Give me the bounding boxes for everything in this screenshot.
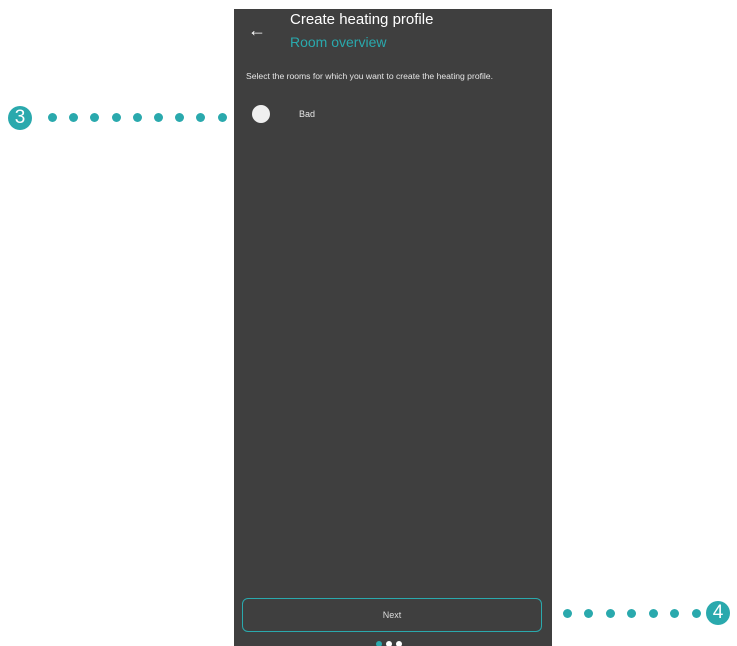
instruction-text: Select the rooms for which you want to c…	[246, 71, 493, 81]
room-radio[interactable]	[252, 105, 270, 123]
room-label: Bad	[299, 109, 316, 119]
phone-screen: ← Create heating profile Room overview S…	[234, 9, 552, 646]
page-dot-1	[376, 641, 382, 646]
callout-badge-3: 3	[8, 106, 32, 130]
page-indicator	[376, 641, 402, 646]
page-dot-3	[396, 641, 402, 646]
next-button[interactable]: Next	[242, 598, 542, 632]
page-subtitle: Room overview	[290, 34, 387, 50]
callout-dotted-line-3	[48, 112, 248, 122]
back-arrow-icon[interactable]: ←	[248, 21, 268, 39]
callout-badge-4: 4	[706, 601, 730, 625]
room-item-bad[interactable]: Bad	[252, 101, 512, 127]
callout-dotted-line-4	[541, 608, 701, 618]
page-dot-2	[386, 641, 392, 646]
page-title: Create heating profile	[290, 11, 434, 28]
